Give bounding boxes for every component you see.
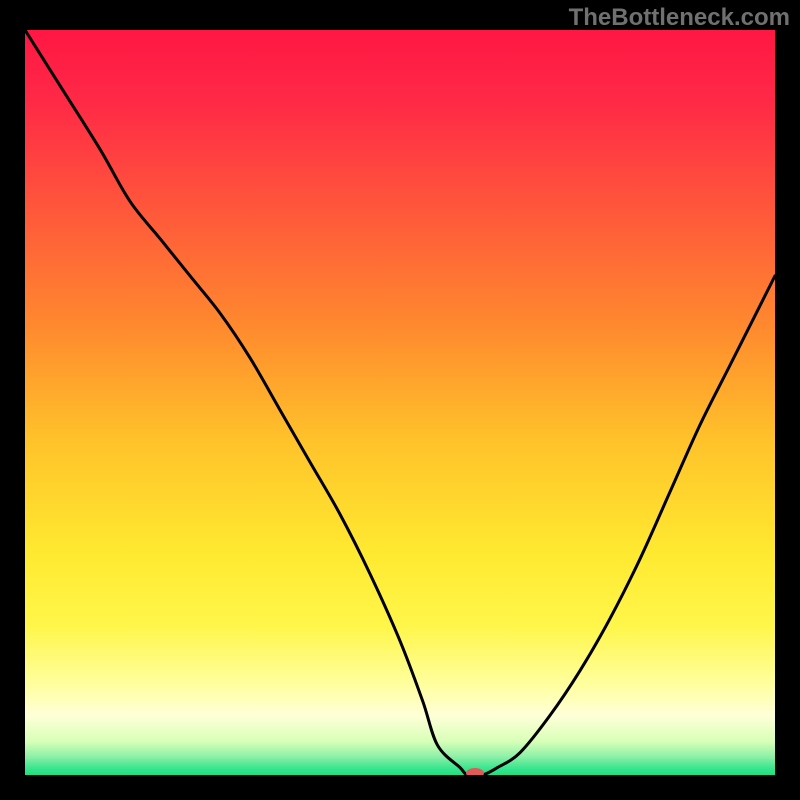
watermark-text: TheBottleneck.com [569, 4, 790, 32]
plot-area [25, 30, 775, 775]
chart-container: TheBottleneck.com [0, 0, 800, 800]
chart-svg [25, 30, 775, 775]
gradient-background [25, 30, 775, 775]
